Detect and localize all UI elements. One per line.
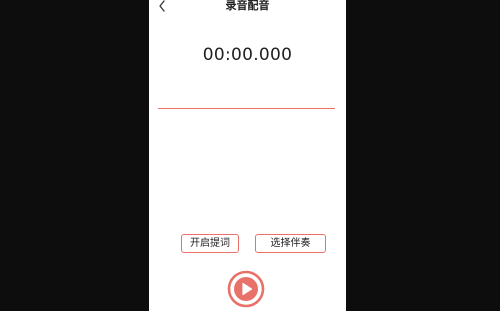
phone-screen: 录音配音 00:00.000 开启提词 选择伴奏 bbox=[149, 0, 346, 311]
recording-timer: 00:00.000 bbox=[202, 45, 293, 65]
record-button[interactable] bbox=[227, 270, 265, 308]
select-accompaniment-button[interactable]: 选择伴奏 bbox=[255, 234, 326, 253]
waveform-baseline bbox=[158, 108, 335, 109]
page-title: 录音配音 bbox=[225, 0, 270, 12]
enable-prompter-button[interactable]: 开启提词 bbox=[181, 234, 239, 253]
